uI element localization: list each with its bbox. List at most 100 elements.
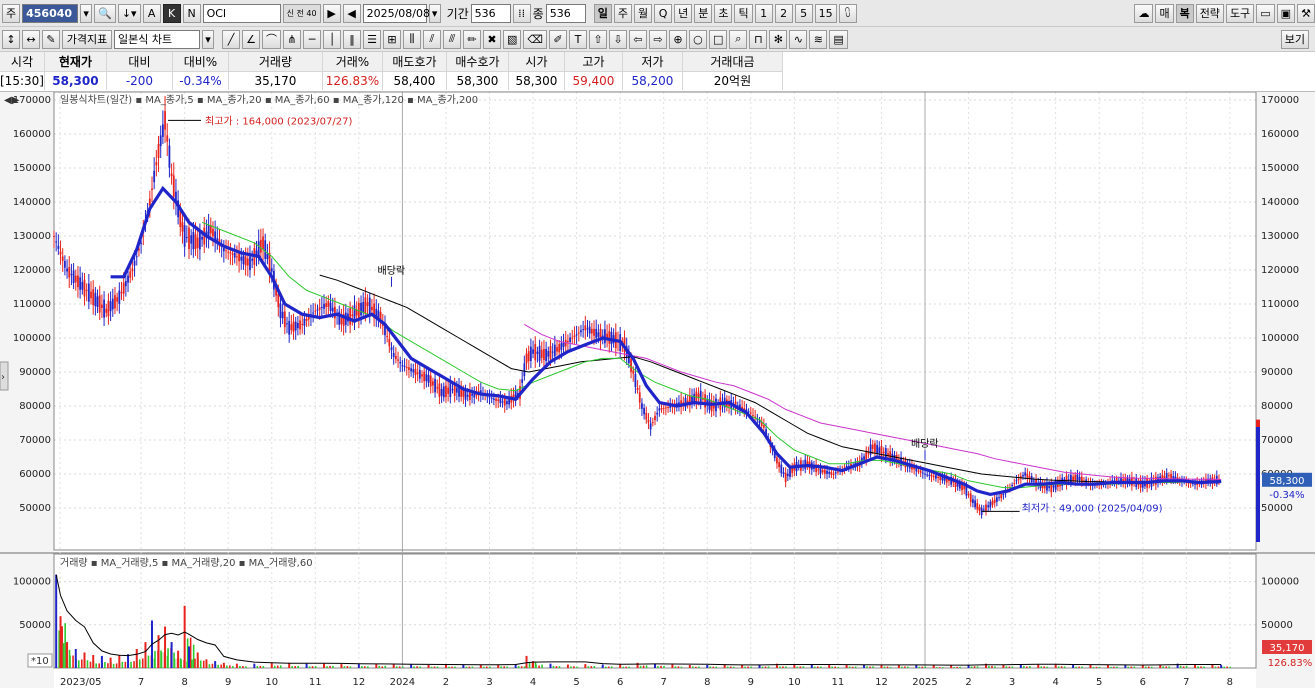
header-change: 대비 <box>106 52 173 72</box>
volume-bar <box>167 648 169 668</box>
copy-button[interactable]: 복 <box>1175 3 1194 23</box>
volume-bar <box>381 666 384 668</box>
arrow-left-icon[interactable]: ⇦ <box>628 29 647 49</box>
timeframe-minute[interactable]: 분 <box>694 3 713 23</box>
image-icon[interactable]: ▤ <box>829 29 848 49</box>
volume-bar <box>828 664 831 668</box>
timeframe-15[interactable]: 15 <box>814 3 837 23</box>
search-icon[interactable]: 🔍 <box>94 3 116 23</box>
timeframe-quarter[interactable]: Q <box>654 3 673 23</box>
candle-body <box>416 372 419 374</box>
timeframe-second[interactable]: 초 <box>714 3 733 23</box>
bar-setting-icon[interactable]: ⩇ <box>838 3 857 23</box>
fibo-retrace-icon[interactable]: ☰ <box>363 29 381 49</box>
volume-bar <box>1089 664 1092 668</box>
timeframe-1[interactable]: 1 <box>754 3 773 23</box>
date-dropdown-icon[interactable]: ▾ <box>428 3 441 23</box>
stock-code-input[interactable]: 456040 <box>22 3 79 23</box>
angle-icon[interactable]: ∠ <box>242 29 260 49</box>
strategy-button[interactable]: 전략 <box>1195 3 1224 23</box>
zoom-icon[interactable]: ⌕ <box>729 29 748 49</box>
volume-bar <box>921 666 924 668</box>
grid-icon[interactable]: ⁞⁞ <box>512 3 531 23</box>
circle-icon[interactable]: ○ <box>688 29 707 49</box>
collapse-arrows-icon[interactable]: ◀▶ <box>4 95 20 106</box>
quote-header-row: 시각 현재가 대비 대비% 거래량 거래% 매도호가 매수호가 시가 고가 저가… <box>0 52 783 72</box>
play-back-icon[interactable]: ◀ <box>342 3 361 23</box>
timeframe-week[interactable]: 주 <box>613 3 632 23</box>
magnet-icon[interactable]: ⊓ <box>749 29 768 49</box>
value-high: 59,400 <box>564 71 623 90</box>
candle-body <box>647 420 650 423</box>
arrow-up-icon[interactable]: ⇧ <box>588 29 607 49</box>
edit-icon[interactable]: ✎ <box>42 29 60 49</box>
wave-icon[interactable]: ∿ <box>789 29 808 49</box>
volume-bar <box>291 666 293 668</box>
stock-name-field[interactable]: OCI <box>202 3 281 23</box>
price-indicator-button[interactable]: 가격지표 <box>62 29 112 49</box>
timeframe-day[interactable]: 일 <box>593 3 612 23</box>
cycle-icon[interactable]: ⫼ <box>403 29 421 49</box>
save-icon[interactable]: ▣ <box>1276 3 1295 23</box>
candle-body <box>989 501 992 508</box>
vline-icon[interactable]: │ <box>323 29 341 49</box>
play-forward-icon[interactable]: ▶ <box>322 3 341 23</box>
eraser-icon[interactable]: ⌫ <box>523 29 547 49</box>
candle-body <box>397 359 399 361</box>
cloud-icon[interactable]: ☁ <box>1134 3 1154 23</box>
arc-icon[interactable]: ⌒ <box>262 29 281 49</box>
volume-bar <box>416 666 418 668</box>
volume-bar <box>680 666 683 668</box>
grid-lines-icon[interactable]: ⊞ <box>383 29 401 49</box>
wrench-icon[interactable]: ⚒ <box>1297 3 1315 23</box>
volume-bar <box>98 663 100 668</box>
note-icon[interactable]: ✐ <box>548 29 567 49</box>
date-field[interactable]: 2025/08/08 <box>362 3 430 23</box>
horizontal-arrows-icon[interactable]: ↔ <box>22 29 40 49</box>
arrow-right-icon[interactable]: ⇨ <box>648 29 667 49</box>
count-input[interactable]: 536 <box>545 3 586 23</box>
updown-icon[interactable]: ↕ <box>2 29 20 49</box>
candle-body <box>556 347 558 352</box>
pencil-icon[interactable]: ✏ <box>463 29 481 49</box>
trendline-icon[interactable]: ╱ <box>222 29 240 49</box>
side-expand-icon[interactable]: › <box>1 372 5 383</box>
tools-button[interactable]: 도구 <box>1225 3 1255 23</box>
market-tab[interactable]: 주 <box>2 3 21 23</box>
candle-body <box>580 330 582 333</box>
channel-icon[interactable]: ⫽ <box>423 29 441 49</box>
parallel-icon[interactable]: ⫻ <box>443 29 461 49</box>
settings-icon[interactable]: ✻ <box>769 29 788 49</box>
candle-body <box>525 353 528 364</box>
mode-a-button[interactable]: A <box>142 3 161 23</box>
candle-body <box>277 294 280 308</box>
buy-sell-button[interactable]: 매 <box>1155 3 1174 23</box>
text-icon[interactable]: T <box>568 29 587 49</box>
chart-type-dropdown-icon[interactable]: ▾ <box>202 29 214 49</box>
chart-type-select[interactable]: 일본식 차트 <box>114 29 200 49</box>
period-input[interactable]: 536 <box>470 3 511 23</box>
open-folder-icon[interactable]: ▭ <box>1256 3 1275 23</box>
target-icon[interactable]: ⊕ <box>668 29 687 49</box>
arrow-down-icon[interactable]: ⇩ <box>608 29 627 49</box>
sort-icon[interactable]: ↓▾ <box>117 3 141 23</box>
timeframe-2[interactable]: 2 <box>774 3 793 23</box>
stock-chart[interactable]: 170000 170000160000 160000150000 1500001400… <box>0 92 1315 688</box>
mode-n-button[interactable]: N <box>182 3 201 23</box>
view-button[interactable]: 보기 <box>1280 29 1309 49</box>
fibo-time-icon[interactable]: ‖ <box>343 29 361 49</box>
cross-icon[interactable]: ✖ <box>483 29 501 49</box>
rectangle-icon[interactable]: □ <box>708 29 728 49</box>
mode-k-button[interactable]: K <box>162 3 181 23</box>
volume-bar <box>779 666 781 668</box>
timeframe-tick[interactable]: 틱 <box>734 3 753 23</box>
color-icon[interactable]: ▧ <box>503 29 522 49</box>
code-dropdown-icon[interactable]: ▾ <box>80 3 93 23</box>
timeframe-5[interactable]: 5 <box>794 3 813 23</box>
timeframe-month[interactable]: 월 <box>633 3 653 23</box>
pattern-icon[interactable]: ≋ <box>809 29 828 49</box>
timeframe-year[interactable]: 년 <box>674 3 693 23</box>
fan-icon[interactable]: ⋔ <box>283 29 301 49</box>
candle-body <box>784 472 787 483</box>
hline-icon[interactable]: ─ <box>303 29 321 49</box>
